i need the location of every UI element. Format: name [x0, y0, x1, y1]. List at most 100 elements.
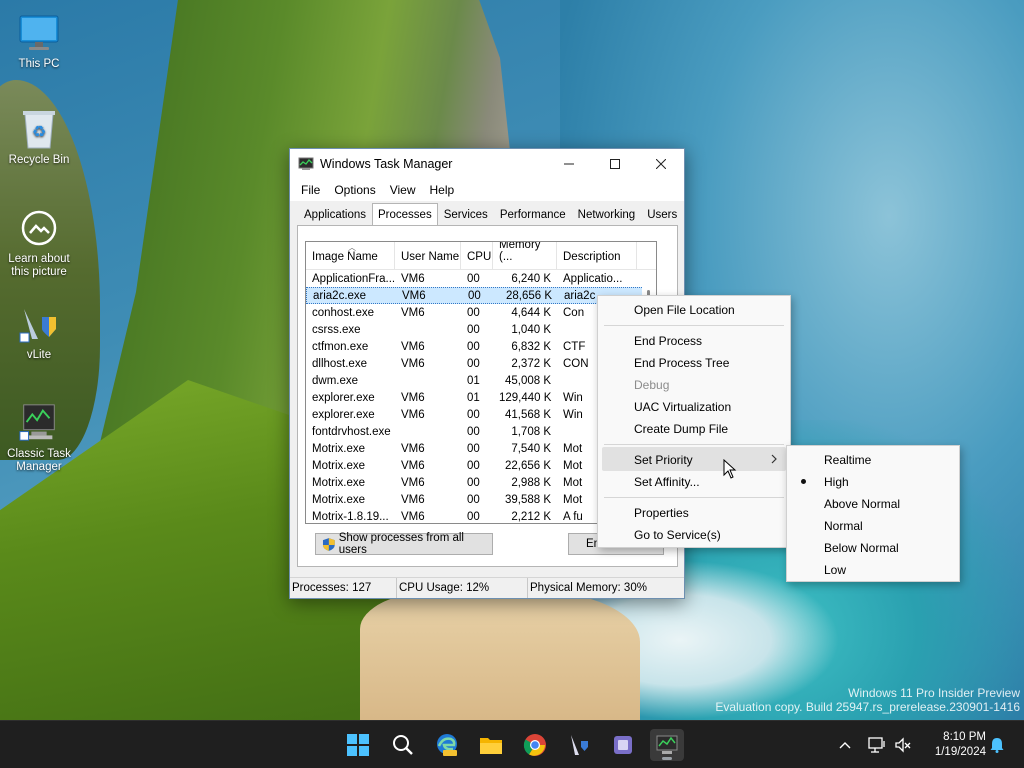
close-button[interactable] — [638, 149, 684, 179]
minimize-button[interactable] — [546, 149, 592, 179]
menu-item-end-process-tree[interactable]: End Process Tree — [634, 356, 729, 370]
tab-users[interactable]: Users — [641, 205, 683, 225]
cell-image-name: dllhost.exe — [312, 357, 367, 370]
menu-separator — [604, 444, 784, 445]
taskbar-clock[interactable]: 8:10 PM 1/19/2024 — [935, 730, 986, 760]
cell-image-name: explorer.exe — [312, 408, 375, 421]
menu-item-end-process[interactable]: End Process — [634, 334, 702, 348]
cell-cpu: 00 — [467, 442, 480, 455]
desktop-icon-label: This PC — [18, 58, 60, 70]
column-memory[interactable]: Memory (... — [493, 242, 557, 269]
table-row[interactable]: ApplicationFra... VM6 00 6,240 K Applicatio.… — [306, 270, 656, 287]
checked-bullet-icon — [801, 479, 806, 484]
task-manager-taskbar-button[interactable] — [650, 729, 684, 761]
desktop-icon-vlite[interactable]: vLite — [1, 303, 77, 362]
cell-image-name: ctfmon.exe — [312, 340, 369, 353]
search-icon — [393, 735, 413, 755]
network-icon — [868, 737, 885, 753]
cell-description: Applicatio... — [563, 272, 623, 285]
notifications-button[interactable] — [986, 721, 1008, 768]
search-button[interactable] — [386, 729, 420, 761]
menu-item-set-affinity[interactable]: Set Affinity... — [634, 475, 700, 489]
menu-item-go-to-services[interactable]: Go to Service(s) — [634, 528, 721, 542]
process-list-header: ︿ Image Name User Name CPU Memory (... D… — [306, 242, 656, 270]
tab-performance[interactable]: Performance — [494, 205, 572, 225]
priority-low[interactable]: Low — [824, 563, 846, 577]
cell-memory: 1,708 K — [511, 425, 551, 438]
cell-memory: 28,656 K — [505, 289, 552, 302]
file-explorer-button[interactable] — [474, 729, 508, 761]
menu-bar: File Options View Help — [290, 179, 684, 201]
cell-memory: 1,040 K — [511, 323, 551, 336]
cell-user-name: VM6 — [401, 306, 425, 319]
tab-processes[interactable]: Processes — [372, 203, 438, 225]
desktop-icon-recycle-bin[interactable]: ♻ Recycle Bin — [1, 108, 77, 167]
vlite-taskbar-button[interactable] — [562, 729, 596, 761]
show-hidden-icons-button[interactable] — [834, 721, 856, 768]
menu-view[interactable]: View — [383, 183, 423, 197]
close-icon — [656, 159, 666, 169]
menu-options[interactable]: Options — [327, 183, 382, 197]
watermark-line-1: Windows 11 Pro Insider Preview — [848, 686, 1020, 700]
cell-cpu: 00 — [467, 340, 480, 353]
menu-item-create-dump-file[interactable]: Create Dump File — [634, 422, 728, 436]
priority-below-normal[interactable]: Below Normal — [824, 541, 899, 555]
cell-image-name: Motrix.exe — [312, 476, 366, 489]
edge-beta-button[interactable] — [430, 729, 464, 761]
app-taskbar-button[interactable] — [606, 729, 640, 761]
cell-memory: 41,568 K — [504, 408, 551, 421]
clock-time: 8:10 PM — [943, 731, 986, 743]
menu-separator — [604, 325, 784, 326]
menu-item-set-priority[interactable]: Set Priority — [634, 453, 693, 467]
watermark-line-2: Evaluation copy. Build 25947.rs_prerelea… — [715, 700, 1020, 714]
column-user-name[interactable]: User Name — [395, 242, 461, 269]
desktop-icon-classic-task-manager[interactable]: Classic Task Manager — [1, 402, 77, 474]
menu-item-open-file-location[interactable]: Open File Location — [634, 303, 735, 317]
sort-ascending-icon: ︿ — [348, 243, 356, 252]
menu-help[interactable]: Help — [423, 183, 462, 197]
tab-services[interactable]: Services — [438, 205, 494, 225]
task-manager-icon — [18, 402, 60, 444]
column-description[interactable]: Description — [557, 242, 637, 269]
task-manager-icon — [656, 735, 678, 754]
cell-image-name: fontdrvhost.exe — [312, 425, 391, 438]
priority-realtime[interactable]: Realtime — [824, 453, 871, 467]
cell-image-name: conhost.exe — [312, 306, 375, 319]
start-icon — [347, 734, 369, 756]
priority-high[interactable]: High — [824, 475, 849, 489]
window-title: Windows Task Manager — [320, 157, 453, 171]
priority-above-normal[interactable]: Above Normal — [824, 497, 900, 511]
maximize-button[interactable] — [592, 149, 638, 179]
cell-memory: 39,588 K — [504, 493, 551, 506]
priority-normal[interactable]: Normal — [824, 519, 863, 533]
network-button[interactable] — [866, 721, 888, 768]
title-bar[interactable]: Windows Task Manager — [290, 149, 684, 179]
tab-networking[interactable]: Networking — [572, 205, 642, 225]
cell-memory: 129,440 K — [499, 391, 552, 404]
desktop-icon-this-pc[interactable]: This PC — [1, 12, 77, 71]
volume-button[interactable] — [892, 721, 914, 768]
start-button[interactable] — [341, 729, 375, 761]
clock-date: 1/19/2024 — [934, 746, 986, 758]
cell-user-name: VM6 — [401, 357, 425, 370]
chevron-right-icon — [771, 454, 777, 464]
menu-item-properties[interactable]: Properties — [634, 506, 689, 520]
tab-applications[interactable]: Applications — [298, 205, 372, 225]
chrome-button[interactable] — [518, 729, 552, 761]
cell-user-name: VM6 — [401, 391, 425, 404]
show-all-processes-button[interactable]: Show processes from all users — [315, 532, 493, 556]
desktop-icon-learn-picture[interactable]: Learn about this picture — [1, 207, 77, 279]
cell-image-name: dwm.exe — [312, 374, 359, 387]
chevron-up-icon — [839, 742, 851, 749]
cell-cpu: 00 — [468, 289, 481, 302]
cell-cpu: 00 — [467, 306, 480, 319]
column-cpu[interactable]: CPU — [461, 242, 493, 269]
cell-user-name: VM6 — [401, 459, 425, 472]
menu-item-uac-virtualization[interactable]: UAC Virtualization — [634, 400, 731, 414]
mouse-cursor-icon — [723, 459, 737, 479]
cell-memory: 4,644 K — [511, 306, 551, 319]
cell-user-name: VM6 — [401, 476, 425, 489]
cell-user-name: VM6 — [401, 510, 425, 523]
priority-submenu: Realtime High Above Normal Normal Below … — [786, 445, 960, 582]
menu-file[interactable]: File — [294, 183, 327, 197]
